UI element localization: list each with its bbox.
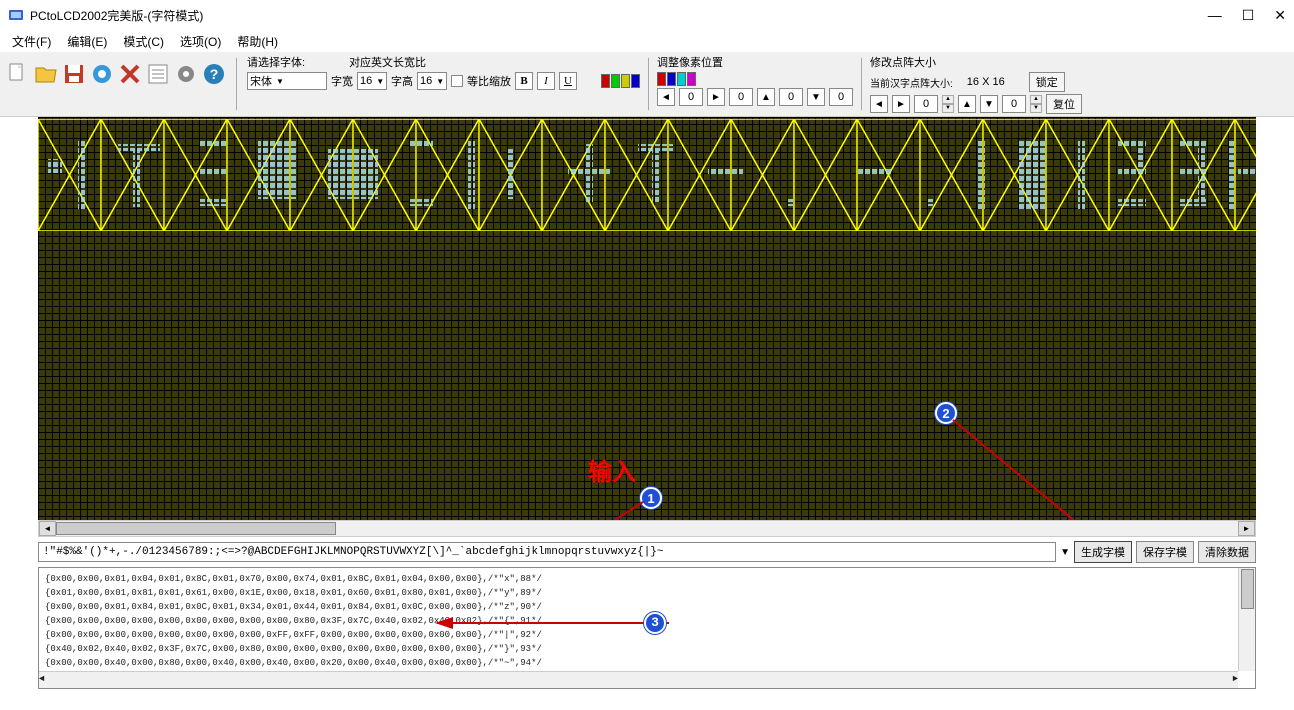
move-left-button[interactable]: ◄	[657, 88, 675, 106]
preview-hscroll[interactable]: ◄ ►	[38, 520, 1256, 537]
color-blue[interactable]	[631, 74, 640, 88]
font-select[interactable]: 宋体▼	[247, 72, 327, 90]
dot-n2-spinner[interactable]: ▲▼	[1030, 95, 1042, 113]
badge-3: 3	[644, 612, 666, 634]
offset-up[interactable]: 0	[779, 88, 803, 106]
height-label: 字高	[391, 73, 413, 89]
list-icon[interactable]	[144, 60, 172, 88]
output-line: {0x01,0x00,0x01,0x81,0x01,0x61,0x00,0x1E…	[45, 586, 1249, 600]
bold-button[interactable]: B	[515, 72, 533, 90]
move-up-button[interactable]: ▲	[757, 88, 775, 106]
output-hscroll[interactable]: ◄ ►	[39, 671, 1238, 688]
app-icon	[8, 7, 24, 23]
arrow-2	[948, 415, 1113, 537]
scale-label: 等比缩放	[467, 73, 511, 89]
minimize-button[interactable]: —	[1208, 7, 1222, 23]
menu-mode[interactable]: 模式(C)	[117, 33, 170, 50]
arrow-3	[429, 613, 674, 633]
scale-checkbox[interactable]	[451, 75, 463, 87]
tool4-icon[interactable]	[88, 60, 116, 88]
open-icon[interactable]	[32, 60, 60, 88]
dot-size-label: 修改点阵大小	[870, 54, 1082, 70]
dot-right-button[interactable]: ►	[892, 95, 910, 113]
output-line: {0x00,0x00,0x40,0x00,0x80,0x00,0x40,0x00…	[45, 656, 1249, 670]
color-green[interactable]	[611, 74, 620, 88]
scroll-left-button[interactable]: ◄	[39, 521, 56, 536]
color-red[interactable]	[601, 74, 610, 88]
output-vscroll[interactable]	[1238, 568, 1255, 671]
scroll-thumb[interactable]	[56, 522, 336, 535]
save-icon[interactable]	[60, 60, 88, 88]
font-select-label: 请选择字体:	[247, 54, 305, 70]
dot-left-button[interactable]: ◄	[870, 95, 888, 113]
reset-button[interactable]: 复位	[1046, 94, 1082, 114]
delete-icon[interactable]	[116, 60, 144, 88]
output-line: {0x00,0x00,0x01,0x04,0x01,0x8C,0x01,0x70…	[45, 572, 1249, 586]
text-input[interactable]	[38, 542, 1056, 562]
dot-n1[interactable]: 0	[914, 95, 938, 113]
gear-icon[interactable]	[172, 60, 200, 88]
dot-sub-label: 当前汉字点阵大小:	[870, 75, 953, 90]
font-width-select[interactable]: 16▼	[357, 72, 387, 90]
menubar: 文件(F) 编辑(E) 模式(C) 选项(O) 帮助(H)	[0, 30, 1294, 52]
pixel-adjust-label: 调整像素位置	[657, 54, 853, 70]
output-line: {0x40,0x02,0x40,0x02,0x3F,0x7C,0x00,0x80…	[45, 642, 1249, 656]
scroll-right-button[interactable]: ►	[1238, 521, 1255, 536]
close-button[interactable]: ✕	[1274, 7, 1286, 24]
width-label: 字宽	[331, 73, 353, 89]
offset-right[interactable]: 0	[729, 88, 753, 106]
toolbar: ? 请选择字体: 对应英文长宽比 宋体▼ 字宽 16▼ 字高 16▼ 等比缩放 …	[0, 52, 1294, 117]
diamond-pattern	[38, 119, 1256, 231]
menu-edit[interactable]: 编辑(E)	[61, 33, 113, 50]
move-right-button[interactable]: ►	[707, 88, 725, 106]
input-row: ▼ 生成字模 保存字模 清除数据	[0, 537, 1294, 567]
move-down-button[interactable]: ▼	[807, 88, 825, 106]
menu-options[interactable]: 选项(O)	[174, 33, 227, 50]
pixel-color-palette	[657, 72, 696, 86]
underline-button[interactable]: U	[559, 72, 577, 90]
new-icon[interactable]	[4, 60, 32, 88]
clear-button[interactable]: 清除数据	[1198, 541, 1256, 563]
color-palette	[601, 74, 640, 88]
window-title: PCtoLCD2002完美版-(字符模式)	[30, 7, 203, 24]
dot-n2[interactable]: 0	[1002, 95, 1026, 113]
menu-help[interactable]: 帮助(H)	[231, 33, 284, 50]
output-line: {0x00,0x00,0x01,0x84,0x01,0x0C,0x01,0x34…	[45, 600, 1249, 614]
offset-left[interactable]: 0	[679, 88, 703, 106]
dot-size-value: 16 X 16	[967, 76, 1005, 88]
dot-up-button[interactable]: ▲	[958, 95, 976, 113]
svg-text:?: ?	[210, 66, 219, 82]
menu-file[interactable]: 文件(F)	[6, 33, 57, 50]
italic-button[interactable]: I	[537, 72, 555, 90]
titlebar: PCtoLCD2002完美版-(字符模式) — ☐ ✕	[0, 0, 1294, 30]
help-icon[interactable]: ?	[200, 60, 228, 88]
ratio-label: 对应英文长宽比	[349, 54, 426, 70]
font-height-select[interactable]: 16▼	[417, 72, 447, 90]
generate-button[interactable]: 生成字模	[1074, 541, 1132, 563]
dot-down-button[interactable]: ▼	[980, 95, 998, 113]
maximize-button[interactable]: ☐	[1242, 7, 1255, 24]
color-yellow[interactable]	[621, 74, 630, 88]
lock-button[interactable]: 锁定	[1029, 72, 1065, 92]
offset-down[interactable]: 0	[829, 88, 853, 106]
save-font-button[interactable]: 保存字模	[1136, 541, 1194, 563]
annotation-input-label: 输入	[588, 452, 636, 487]
dot-n1-spinner[interactable]: ▲▼	[942, 95, 954, 113]
output-area: {0x00,0x00,0x01,0x04,0x01,0x8C,0x01,0x70…	[38, 567, 1256, 689]
preview-area: 输入 1 2 ◄ ►	[0, 117, 1294, 537]
